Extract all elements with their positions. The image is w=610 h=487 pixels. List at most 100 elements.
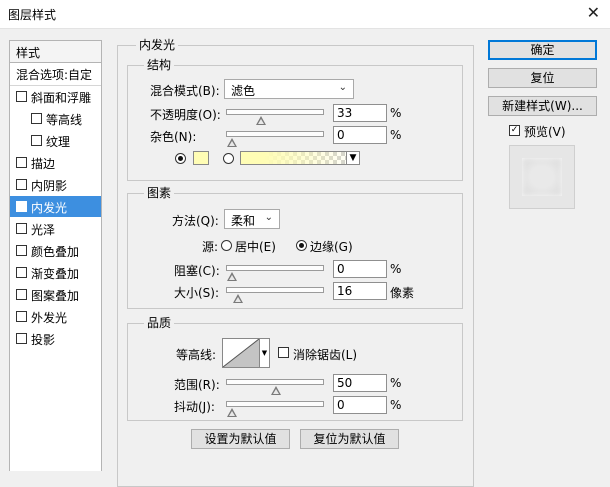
range-unit: % [390, 376, 402, 390]
sidebar-item-checkbox[interactable] [31, 113, 42, 124]
sidebar-item-checkbox[interactable] [16, 333, 27, 344]
contour-preview[interactable] [222, 338, 260, 368]
source-label: 源: [202, 240, 219, 254]
choke-slider-thumb[interactable] [227, 272, 237, 281]
choke-unit: % [390, 262, 402, 276]
choke-value: 0 [337, 262, 345, 276]
gradient-radio[interactable] [223, 153, 234, 164]
noise-slider-thumb[interactable] [227, 138, 237, 147]
jitter-slider[interactable] [226, 401, 324, 417]
chevron-down-icon: ⌄ [264, 212, 273, 223]
noise-slider[interactable] [226, 131, 324, 147]
window-title: 图层样式 [8, 8, 57, 22]
gradient-picker[interactable] [240, 151, 358, 165]
style-list: 样式 混合选项:自定 斜面和浮雕 等高线纹理描边 内阴影 ✓ 内发光光泽颜色叠加渐变叠加… [9, 40, 102, 471]
style-preview-thumbnail [522, 158, 562, 196]
sidebar-item-label: 图案叠加 [31, 289, 80, 303]
size-input[interactable]: 16 [333, 282, 387, 300]
sidebar-item-checkbox[interactable] [16, 289, 27, 300]
source-center-radio[interactable] [221, 240, 232, 251]
jitter-value: 0 [337, 398, 345, 412]
new-style-button[interactable]: 新建样式(W)... [488, 96, 597, 116]
glow-color-swatch[interactable] [193, 151, 209, 165]
sidebar-item[interactable]: 投影 [10, 328, 101, 349]
sidebar-item[interactable]: 描边 [10, 152, 101, 173]
range-slider-thumb[interactable] [271, 386, 281, 395]
sidebar-item-checkbox[interactable] [31, 135, 42, 146]
preview-label[interactable]: 预览(V) [524, 123, 566, 140]
antialias-label[interactable]: 消除锯齿(L) [293, 346, 357, 363]
inner-glow-title: 内发光 [136, 36, 179, 53]
make-default-button[interactable]: 设置为默认值 [191, 429, 290, 449]
size-label: 大小(S): [174, 286, 220, 300]
elements-title: 图素 [144, 184, 175, 201]
blend-mode-label: 混合模式(B): [150, 84, 220, 98]
sidebar-item[interactable]: 图案叠加 [10, 284, 101, 305]
ok-button[interactable]: 确定 [488, 40, 597, 60]
choke-input[interactable]: 0 [333, 260, 387, 278]
antialias-checkbox[interactable] [278, 347, 289, 358]
choke-slider[interactable] [226, 265, 324, 281]
source-center-label[interactable]: 居中(E) [235, 238, 276, 255]
noise-label: 杂色(N): [150, 130, 197, 144]
sidebar-item-label: 纹理 [46, 135, 71, 149]
opacity-slider-thumb[interactable] [256, 116, 266, 125]
solid-color-radio[interactable] [175, 153, 186, 164]
source-edge-label[interactable]: 边缘(G) [310, 238, 353, 255]
opacity-value: 33 [337, 106, 353, 120]
opacity-input[interactable]: 33 [333, 104, 387, 122]
sidebar-item[interactable]: 渐变叠加 [10, 262, 101, 283]
sidebar-item-checkbox[interactable]: ✓ [16, 201, 27, 212]
title-bar: 图层样式 ✕ [0, 0, 610, 29]
sidebar-item[interactable]: ✓ 内发光 [10, 196, 101, 217]
sidebar-item-checkbox[interactable] [16, 223, 27, 234]
sidebar-item[interactable]: 内阴影 [10, 174, 101, 195]
checkmark-icon: ✓ [510, 125, 519, 135]
jitter-label: 抖动(J): [174, 400, 215, 414]
method-select[interactable]: 柔和 ⌄ [224, 209, 280, 229]
contour-curve-icon [222, 338, 260, 368]
preview-checkbox[interactable]: ✓ [509, 125, 520, 136]
sidebar-item[interactable]: 外发光 [10, 306, 101, 327]
reset-default-button[interactable]: 复位为默认值 [300, 429, 399, 449]
contour-dropdown-icon[interactable]: ▼ [260, 338, 270, 368]
reset-button[interactable]: 复位 [488, 68, 597, 88]
gradient-dropdown-icon[interactable]: ▼ [346, 151, 360, 165]
choke-label: 阻塞(C): [174, 264, 220, 278]
sidebar-item-label: 光泽 [31, 223, 56, 237]
noise-input[interactable]: 0 [333, 126, 387, 144]
sidebar-item-checkbox[interactable] [16, 245, 27, 256]
blend-mode-value: 滤色 [231, 84, 256, 98]
sidebar-item-checkbox[interactable] [16, 267, 27, 278]
jitter-slider-thumb[interactable] [227, 408, 237, 417]
structure-title: 结构 [144, 56, 175, 73]
size-slider[interactable] [226, 287, 324, 303]
sidebar-item-checkbox[interactable] [16, 91, 27, 102]
sidebar-item[interactable]: 斜面和浮雕 [10, 86, 101, 107]
style-preview [509, 145, 575, 209]
style-list-header[interactable]: 样式 [10, 41, 101, 63]
blending-options-label: 混合选项:自定 [16, 68, 93, 82]
sidebar-item-checkbox[interactable] [16, 311, 27, 322]
close-icon[interactable]: ✕ [587, 3, 600, 23]
sidebar-item[interactable]: 颜色叠加 [10, 240, 101, 261]
size-slider-thumb[interactable] [233, 294, 243, 303]
range-value: 50 [337, 376, 353, 390]
contour-label: 等高线: [176, 348, 217, 362]
sidebar-item[interactable]: 等高线 [10, 108, 101, 129]
source-edge-radio[interactable] [296, 240, 307, 251]
opacity-slider[interactable] [226, 109, 324, 125]
blend-mode-select[interactable]: 滤色 ⌄ [224, 79, 354, 99]
sidebar-item[interactable]: 光泽 [10, 218, 101, 239]
sidebar-item-label: 渐变叠加 [31, 267, 80, 281]
sidebar-item[interactable]: 纹理 [10, 130, 101, 151]
sidebar-item-checkbox[interactable] [16, 157, 27, 168]
range-input[interactable]: 50 [333, 374, 387, 392]
opacity-label: 不透明度(O): [150, 108, 221, 122]
sidebar-item-checkbox[interactable] [16, 179, 27, 190]
jitter-input[interactable]: 0 [333, 396, 387, 414]
sidebar-item-label: 颜色叠加 [31, 245, 80, 259]
method-value: 柔和 [231, 214, 256, 228]
range-slider[interactable] [226, 379, 324, 395]
blending-options-item[interactable]: 混合选项:自定 [10, 63, 101, 84]
